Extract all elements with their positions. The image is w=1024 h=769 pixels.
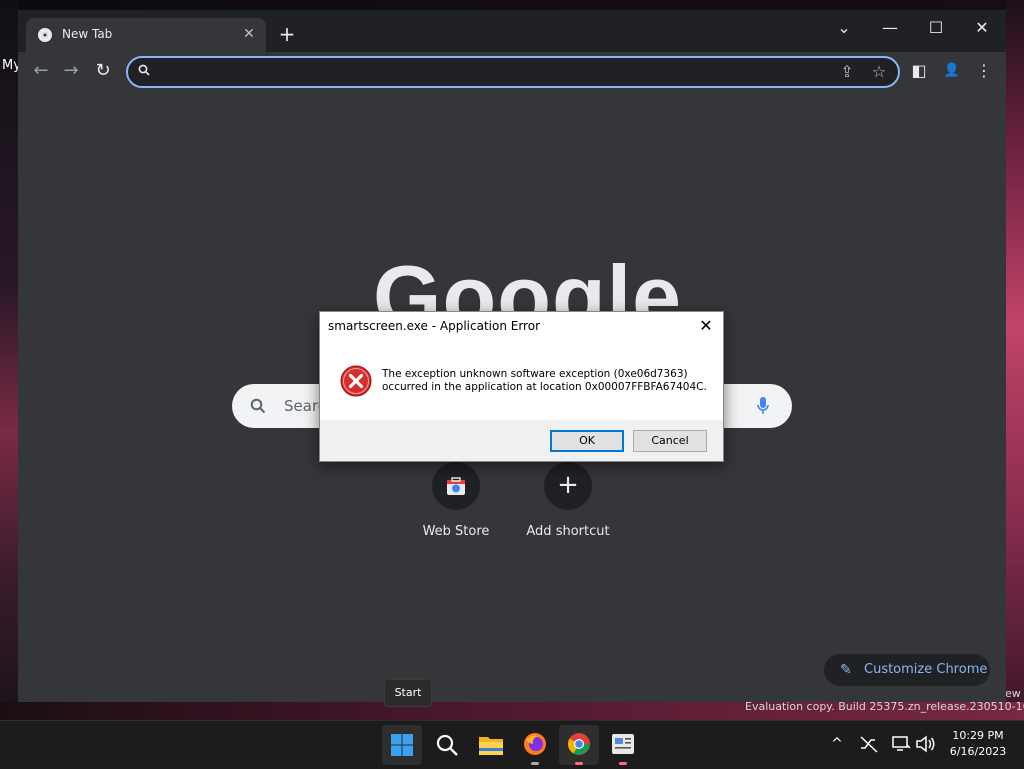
search-icon — [436, 734, 458, 756]
dialog-body: The exception unknown software exception… — [320, 344, 723, 420]
tab-close-icon[interactable]: ✕ — [240, 25, 258, 43]
tab-title: New Tab — [62, 27, 113, 41]
running-indicator — [531, 762, 539, 765]
profile-button[interactable]: 👤 — [939, 58, 965, 84]
tab-strip: New Tab ✕ + ⌄ — ☐ ✕ — [18, 10, 1006, 52]
shortcut-label: Add shortcut — [526, 524, 610, 539]
taskbar-file-explorer[interactable] — [471, 725, 511, 765]
taskbar-news-app[interactable] — [603, 725, 643, 765]
search-icon — [250, 398, 266, 414]
error-message-line2: occurred in the application at location … — [382, 381, 707, 393]
news-icon — [612, 734, 634, 754]
reload-button[interactable]: ↻ — [90, 58, 116, 84]
tab-new-tab[interactable]: New Tab ✕ — [26, 18, 266, 52]
taskbar-search-button[interactable] — [427, 725, 467, 765]
webstore-icon — [432, 462, 480, 510]
error-message: The exception unknown software exception… — [382, 368, 707, 394]
shortcut-label: Web Store — [422, 524, 490, 539]
start-tooltip: Start — [384, 679, 432, 707]
application-error-dialog: smartscreen.exe - Application Error ✕ Th… — [319, 311, 724, 462]
share-icon[interactable]: ⇪ — [836, 61, 858, 83]
dialog-title: smartscreen.exe - Application Error — [328, 319, 540, 333]
taskbar-start-button[interactable] — [382, 725, 422, 765]
clock-time: 10:29 PM — [952, 729, 1004, 742]
windows-logo-icon — [391, 734, 413, 756]
error-message-line1: The exception unknown software exception… — [382, 368, 688, 380]
address-bar[interactable]: ⇪ ☆ — [126, 56, 900, 88]
shortcut-web-store[interactable]: Web Store — [401, 462, 511, 552]
bookmark-star-icon[interactable]: ☆ — [868, 61, 890, 83]
network-disconnected-icon[interactable] — [858, 733, 880, 755]
chrome-icon — [568, 733, 590, 755]
desktop-right-strip — [1006, 0, 1024, 720]
pencil-icon: ✎ — [840, 662, 852, 678]
plus-icon: + — [544, 462, 592, 510]
volume-icon[interactable] — [914, 733, 936, 755]
chrome-menu-button[interactable]: ⋮ — [971, 58, 997, 84]
cancel-button[interactable]: Cancel — [633, 430, 707, 452]
watermark-fragment: ew — [1005, 687, 1021, 700]
firefox-icon — [524, 733, 546, 755]
customize-chrome-label: Customize Chrome — [864, 662, 988, 677]
folder-icon — [479, 737, 503, 755]
forward-button[interactable]: → — [58, 58, 84, 84]
desktop-left-strip — [0, 0, 18, 720]
back-button[interactable]: ← — [28, 58, 54, 84]
taskbar: ^ 10:29 PM 6/16/2023 — [0, 720, 1024, 769]
close-window-button[interactable]: ✕ — [960, 14, 1004, 42]
taskbar-chrome[interactable] — [559, 725, 599, 765]
new-tab-button[interactable]: + — [276, 24, 298, 46]
tab-search-dropdown-button[interactable]: ⌄ — [822, 14, 866, 42]
address-input[interactable] — [158, 62, 822, 84]
shortcut-add[interactable]: + Add shortcut — [513, 462, 623, 552]
system-clock[interactable]: 10:29 PM 6/16/2023 — [946, 728, 1010, 760]
dialog-close-icon[interactable]: ✕ — [694, 315, 718, 337]
show-hidden-icons-chevron[interactable]: ^ — [826, 733, 848, 755]
browser-toolbar: ← → ↻ ⇪ ☆ ◧ 👤 ⋮ — [18, 52, 1006, 90]
display-icon[interactable] — [890, 733, 912, 755]
clock-date: 6/16/2023 — [949, 745, 1007, 758]
maximize-button[interactable]: ☐ — [914, 14, 958, 42]
dialog-footer: OK Cancel — [320, 420, 723, 461]
microphone-icon[interactable] — [756, 396, 770, 416]
running-indicator — [619, 762, 627, 765]
side-panel-button[interactable]: ◧ — [906, 58, 932, 84]
minimize-button[interactable]: — — [868, 14, 912, 42]
active-indicator — [575, 762, 583, 765]
ok-button[interactable]: OK — [550, 430, 624, 452]
error-icon — [340, 365, 372, 397]
customize-chrome-button[interactable]: ✎ Customize Chrome — [824, 654, 990, 686]
search-icon — [138, 64, 150, 76]
taskbar-firefox[interactable] — [515, 725, 555, 765]
chrome-icon — [38, 28, 52, 42]
